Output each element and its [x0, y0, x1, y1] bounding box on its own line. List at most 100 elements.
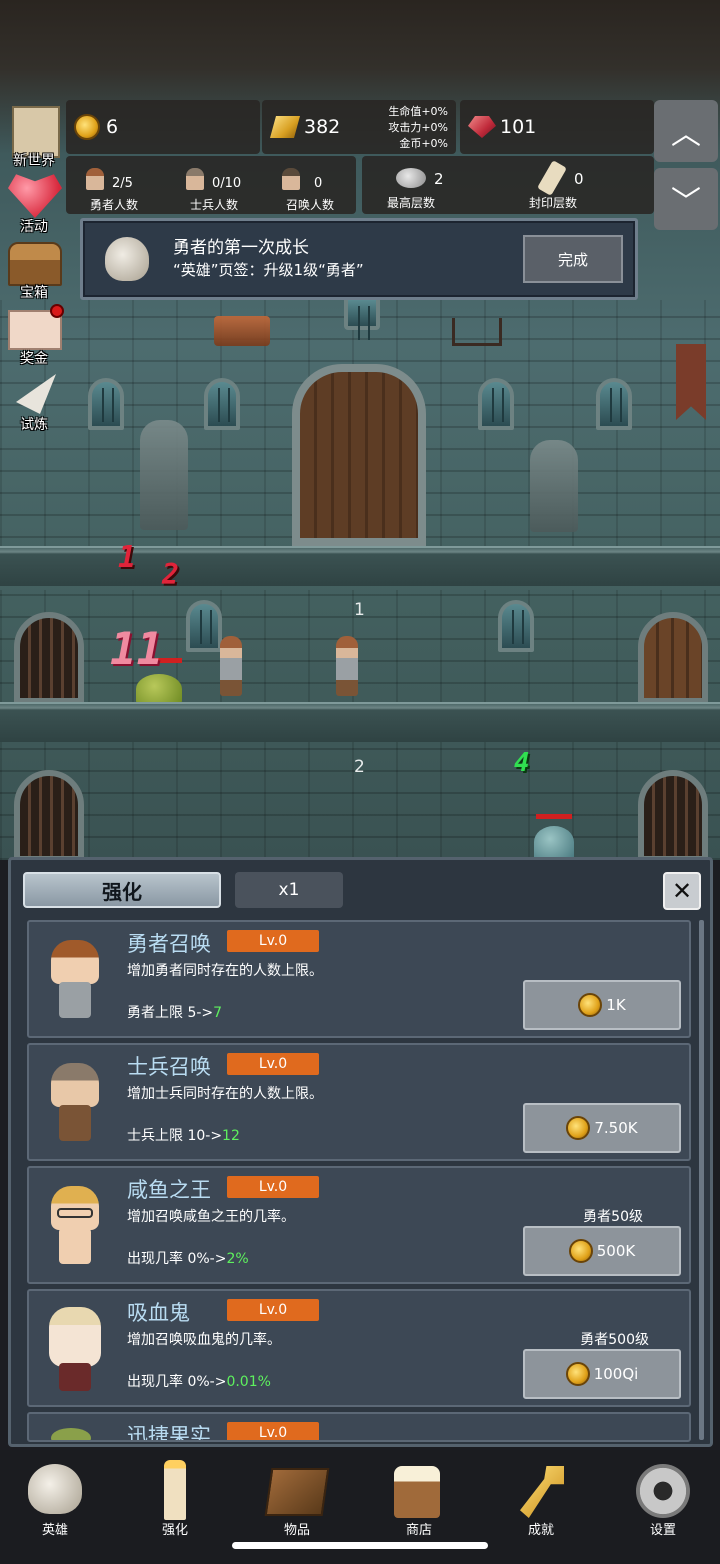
new-world-button[interactable]: 新世界 [2, 104, 66, 169]
scroll-icon [537, 160, 567, 196]
fish-king-portrait [43, 1182, 107, 1274]
knight-statue [140, 420, 188, 530]
scroll-up-button[interactable]: ︿ [654, 100, 718, 162]
summon-head-icon [282, 168, 300, 190]
dungeon-door [638, 612, 708, 704]
damage-number: 1 [118, 540, 137, 575]
upgrade-name: 迅捷果实 [127, 1424, 211, 1442]
upgrade-desc: 增加士兵同时存在的人数上限。 [127, 1086, 323, 1102]
buy-button[interactable]: 1K [523, 980, 681, 1030]
castle-window [186, 600, 222, 652]
gold-coin-icon [578, 993, 603, 1017]
damage-number: 11 [110, 624, 163, 675]
quest-complete-button[interactable]: 完成 [523, 235, 623, 283]
close-icon: ✕ [671, 877, 693, 905]
ghost-enemy [534, 826, 574, 858]
population-stats: 2/5 勇者人数 0/10 士兵人数 0 召唤人数 [66, 156, 356, 214]
hero-sprite [336, 636, 358, 696]
gem-value: 101 [500, 116, 537, 138]
upgrade-effect: 出现几率 0%->2% [127, 1251, 249, 1267]
hero-count: 2/5 勇者人数 [66, 156, 162, 214]
nav-items[interactable]: 物品 [262, 1458, 332, 1544]
floor-stats: 2 最高层数 0 封印层数 [362, 156, 654, 214]
hero-sprite [220, 636, 242, 696]
scroll-down-button[interactable]: ﹀ [654, 168, 718, 230]
gold-coin-icon [568, 1239, 593, 1263]
nav-settings[interactable]: 设置 [628, 1458, 698, 1544]
quest-banner: 勇者的第一次成长 “英雄”页签：升级1级“勇者” 完成 [80, 218, 638, 300]
gold-bar-value: 382 [304, 116, 341, 138]
upgrade-desc: 增加召唤咸鱼之王的几率。 [127, 1209, 295, 1225]
book-icon [264, 1468, 330, 1516]
castle-window [344, 296, 380, 340]
nav-achievement[interactable]: 成就 [506, 1458, 576, 1544]
gold-counter: 6 [66, 100, 260, 154]
upgrade-card: 勇者召唤 Lv.0 增加勇者同时存在的人数上限。 勇者上限 5->7 1K [27, 920, 691, 1038]
floor-ledge [0, 546, 720, 586]
main-gate-door [292, 364, 426, 546]
heart-icon [8, 174, 62, 218]
buy-button[interactable]: 500K [523, 1226, 681, 1276]
upgrade-effect: 士兵上限 10->12 [127, 1128, 240, 1144]
castle-window [478, 378, 514, 430]
reward-button[interactable]: 奖金 [2, 302, 66, 367]
hero-portrait [43, 936, 107, 1028]
chevron-up-icon: ︿ [671, 117, 701, 152]
upgrade-effect: 出现几率 0%->0.01% [127, 1374, 271, 1390]
castle-window [498, 600, 534, 652]
panel-scrollbar[interactable] [699, 920, 704, 1440]
quest-desc: “英雄”页签：升级1级“勇者” [173, 261, 364, 279]
floor-number: 2 [354, 757, 365, 777]
stone-icon [396, 168, 426, 188]
multiplier-toggle[interactable]: x1 [235, 872, 343, 908]
gem-counter: 101 [460, 100, 654, 154]
gold-bar-counter: 382 生命值+0% 攻击力+0% 金币+0% [262, 100, 456, 154]
slime-enemy [136, 674, 182, 704]
fruit-icon [51, 1428, 91, 1440]
close-button[interactable]: ✕ [663, 872, 701, 910]
dungeon-gate [14, 612, 84, 704]
heal-number: 4 [514, 748, 530, 778]
unlock-requirement: 勇者500级 [580, 1332, 649, 1348]
upgrade-desc: 增加勇者同时存在的人数上限。 [127, 963, 323, 979]
skull-icon [105, 237, 149, 281]
castle-window [596, 378, 632, 430]
level-badge: Lv.0 [227, 1299, 319, 1321]
level-badge: Lv.0 [227, 1422, 319, 1440]
floor-ledge [0, 702, 720, 742]
event-button[interactable]: 活动 [2, 170, 66, 235]
vampire-portrait [43, 1305, 107, 1397]
buy-button[interactable]: 7.50K [523, 1103, 681, 1153]
upgrade-card: 咸鱼之王 Lv.0 增加召唤咸鱼之王的几率。 出现几率 0%->2% 勇者50级… [27, 1166, 691, 1284]
chevron-down-icon: ﹀ [671, 185, 701, 220]
nav-hero[interactable]: 英雄 [20, 1458, 90, 1544]
soldier-count: 0/10 士兵人数 [166, 156, 262, 214]
soldier-portrait [43, 1059, 107, 1151]
upgrade-card: 吸血鬼 Lv.0 增加召唤吸血鬼的几率。 出现几率 0%->0.01% 勇者50… [27, 1289, 691, 1407]
level-badge: Lv.0 [227, 1176, 319, 1198]
upgrade-effect: 勇者上限 5->7 [127, 1005, 223, 1021]
chandelier [214, 316, 270, 346]
gold-bar-icon [270, 116, 300, 138]
tab-upgrade[interactable]: 强化 [23, 872, 221, 908]
unlock-requirement: 勇者50级 [583, 1209, 643, 1225]
chest-button[interactable]: 宝箱 [2, 236, 66, 301]
damage-number: 2 [162, 558, 179, 591]
beer-mug-icon [394, 1466, 440, 1518]
gold-value: 6 [106, 116, 119, 138]
nav-shop[interactable]: 商店 [384, 1458, 454, 1544]
upgrade-card: 士兵召唤 Lv.0 增加士兵同时存在的人数上限。 士兵上限 10->12 7.5… [27, 1043, 691, 1161]
sealed-floor: 0 封印层数 [508, 156, 654, 214]
trial-button[interactable]: 试炼 [2, 368, 66, 433]
chest-icon [8, 242, 62, 286]
nav-upgrade[interactable]: 强化 [140, 1458, 210, 1544]
buy-button[interactable]: 100Qi [523, 1349, 681, 1399]
dungeon-gate [638, 770, 708, 860]
candle-icon [164, 1460, 186, 1520]
gold-coin-icon [566, 1116, 591, 1140]
home-indicator[interactable] [232, 1542, 488, 1549]
gold-coin-icon [74, 114, 100, 140]
gold-coin-icon [565, 1362, 590, 1386]
quest-title: 勇者的第一次成长 [173, 238, 309, 258]
floor-number: 1 [354, 600, 365, 620]
